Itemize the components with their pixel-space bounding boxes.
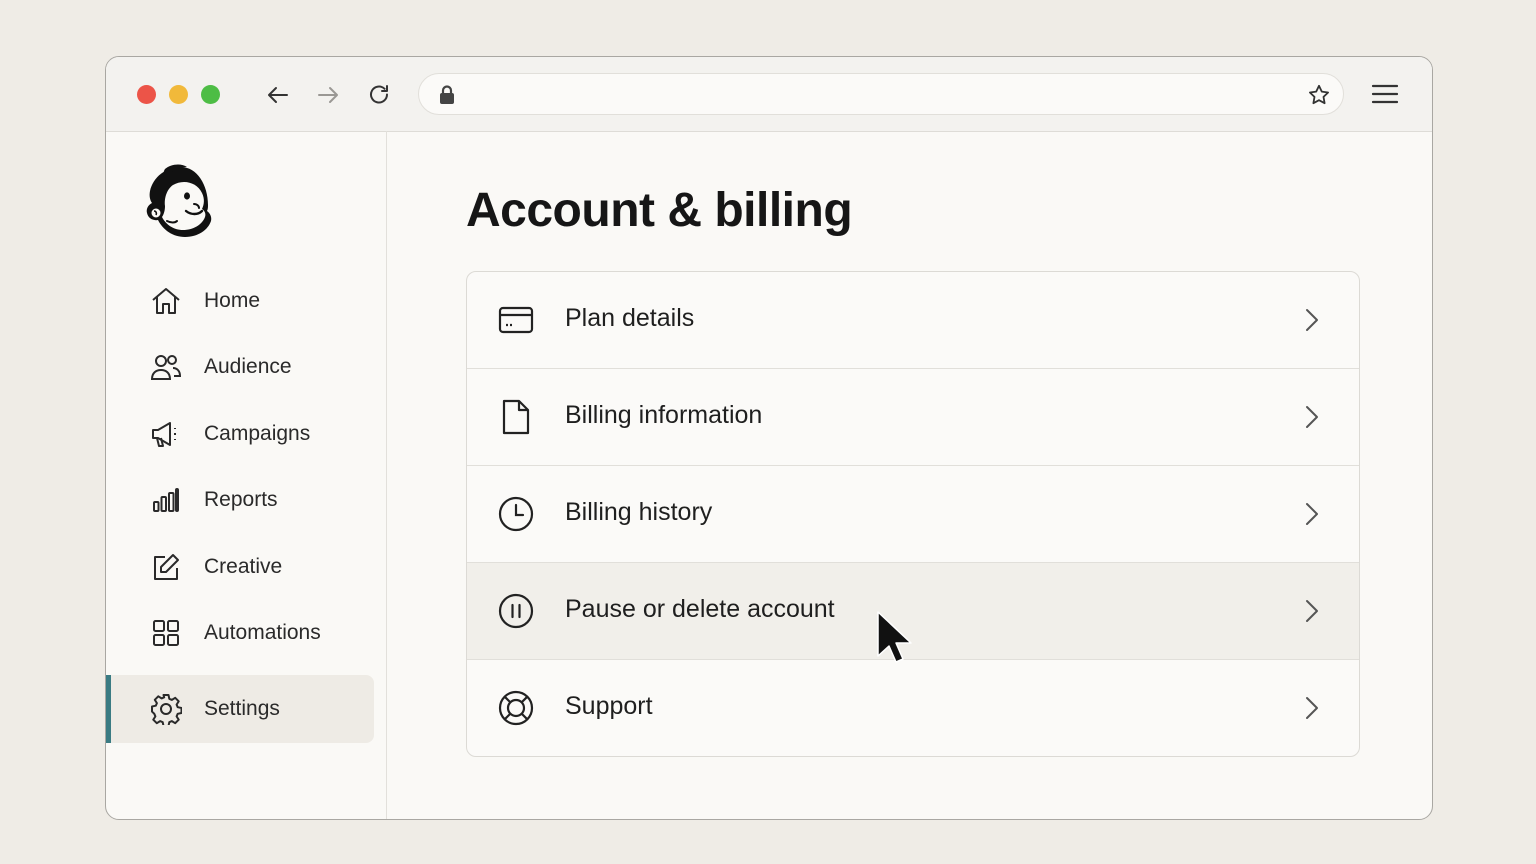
browser-window: Home Audience Campaigns Reports Creative — [105, 56, 1433, 820]
sidebar-item-label: Automations — [204, 621, 321, 644]
sidebar-item-reports[interactable]: Reports — [106, 474, 374, 526]
clock-icon — [497, 495, 535, 533]
reload-icon[interactable] — [365, 81, 393, 109]
chevron-right-icon — [1305, 405, 1319, 434]
bar-chart-icon — [150, 486, 182, 514]
lifebuoy-icon — [497, 689, 535, 727]
gear-icon — [150, 694, 182, 725]
sidebar-item-campaigns[interactable]: Campaigns — [106, 408, 374, 460]
credit-card-icon — [497, 301, 535, 339]
document-icon — [497, 398, 535, 436]
row-support[interactable]: Support — [467, 660, 1359, 756]
sidebar-item-creative[interactable]: Creative — [106, 541, 374, 593]
forward-arrow-icon[interactable] — [314, 81, 342, 109]
sidebar-item-label: Reports — [204, 488, 278, 511]
url-input[interactable] — [467, 82, 1291, 108]
pause-icon — [497, 592, 535, 630]
sidebar-item-label: Settings — [204, 697, 280, 720]
maximize-window-button[interactable] — [201, 85, 220, 104]
hamburger-menu-icon[interactable] — [1370, 81, 1400, 112]
edit-icon — [150, 553, 182, 581]
home-icon — [150, 287, 182, 315]
close-window-button[interactable] — [137, 85, 156, 104]
row-label: Billing history — [565, 498, 713, 526]
page-title: Account & billing — [466, 184, 853, 237]
lock-icon — [437, 84, 457, 111]
chevron-right-icon — [1305, 502, 1319, 531]
audience-icon — [150, 353, 182, 381]
row-label: Billing information — [565, 401, 763, 429]
sidebar-item-audience[interactable]: Audience — [106, 341, 374, 393]
grid-icon — [150, 619, 182, 647]
sidebar-item-label: Creative — [204, 555, 283, 578]
sidebar-item-automations[interactable]: Automations — [106, 607, 374, 659]
chevron-right-icon — [1305, 696, 1319, 725]
chevron-right-icon — [1305, 308, 1319, 337]
settings-list: Plan details Billing information Billing — [466, 271, 1360, 757]
row-label: Support — [565, 692, 653, 720]
megaphone-icon — [150, 420, 182, 448]
chevron-right-icon — [1305, 599, 1319, 628]
mailchimp-freddie-logo[interactable] — [143, 161, 219, 246]
mouse-pointer-icon — [876, 610, 916, 671]
minimize-window-button[interactable] — [169, 85, 188, 104]
back-arrow-icon[interactable] — [264, 81, 292, 109]
sidebar-item-label: Campaigns — [204, 422, 311, 445]
row-plan-details[interactable]: Plan details — [467, 272, 1359, 369]
row-billing-history[interactable]: Billing history — [467, 466, 1359, 563]
sidebar-item-label: Audience — [204, 355, 292, 378]
row-label: Pause or delete account — [565, 595, 835, 623]
bookmark-star-icon[interactable] — [1307, 83, 1331, 112]
row-billing-information[interactable]: Billing information — [467, 369, 1359, 466]
browser-toolbar — [106, 57, 1432, 132]
address-bar[interactable] — [418, 73, 1344, 115]
sidebar-item-settings[interactable]: Settings — [106, 675, 374, 743]
row-label: Plan details — [565, 304, 695, 332]
sidebar-item-label: Home — [204, 289, 261, 312]
main-content: Account & billing Plan details Billing i… — [386, 131, 1432, 819]
sidebar: Home Audience Campaigns Reports Creative — [106, 131, 387, 819]
sidebar-item-home[interactable]: Home — [106, 275, 374, 327]
